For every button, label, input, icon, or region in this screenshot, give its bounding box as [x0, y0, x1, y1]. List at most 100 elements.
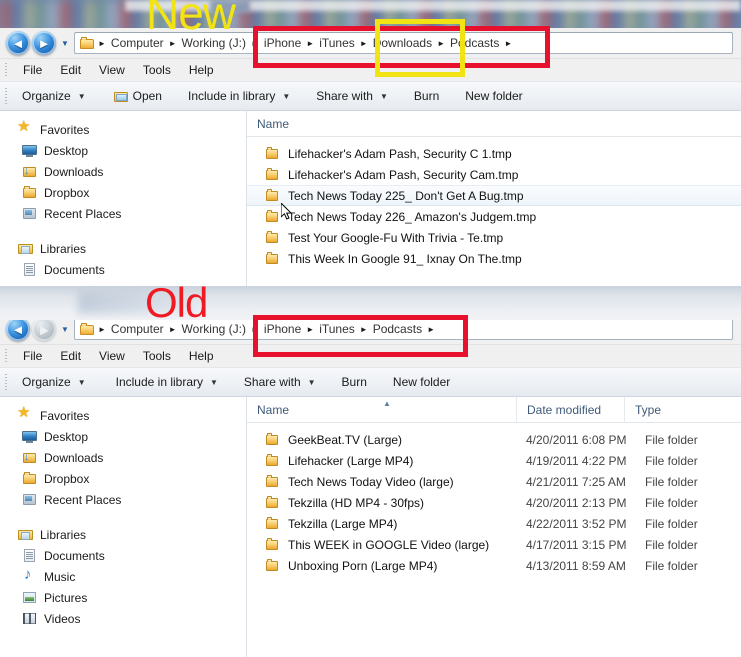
- breadcrumb-separator[interactable]: ►: [168, 39, 178, 48]
- menu-tools[interactable]: Tools: [134, 61, 180, 79]
- old-navigation-pane[interactable]: Favorites Desktop Downloads Dropbox Rece…: [0, 397, 247, 657]
- old-explorer-window[interactable]: ◄ ► ▼ ► Computer ► Working (J:) ► iPhone…: [0, 314, 741, 657]
- breadcrumb-separator[interactable]: ►: [359, 39, 369, 48]
- table-row[interactable]: Tech News Today 226_ Amazon's Judgem.tmp: [247, 206, 741, 227]
- menu-view[interactable]: View: [90, 61, 134, 79]
- sidebar-item-favorites[interactable]: Favorites: [0, 119, 246, 140]
- table-row[interactable]: GeekBeat.TV (Large) 4/20/2011 6:08 PM Fi…: [247, 429, 741, 450]
- include-in-library-button[interactable]: Include in library ▼: [180, 86, 298, 106]
- breadcrumb-separator[interactable]: ►: [426, 325, 436, 334]
- new-folder-button[interactable]: New folder: [385, 372, 458, 392]
- breadcrumb-separator[interactable]: ►: [97, 39, 107, 48]
- new-address-bar[interactable]: ◄ ► ▼ ► Computer ► Working (J:) ► iPhone…: [0, 28, 741, 58]
- column-date-modified[interactable]: Date modified: [516, 397, 624, 422]
- old-command-toolbar[interactable]: Organize ▼ Include in library ▼ Share wi…: [0, 367, 741, 397]
- table-row[interactable]: Lifehacker (Large MP4) 4/19/2011 4:22 PM…: [247, 450, 741, 471]
- table-row-selected[interactable]: Tech News Today 225_ Don't Get A Bug.tmp: [247, 185, 741, 206]
- sidebar-item-pictures[interactable]: Pictures: [0, 587, 246, 608]
- breadcrumb-separator[interactable]: ►: [97, 325, 107, 334]
- breadcrumb-separator[interactable]: ►: [250, 325, 260, 334]
- new-file-list-pane[interactable]: Name Lifehacker's Adam Pash, Security C …: [247, 111, 741, 286]
- table-row[interactable]: This WEEK in GOOGLE Video (large) 4/17/2…: [247, 534, 741, 555]
- include-in-library-button[interactable]: Include in library ▼: [108, 372, 226, 392]
- breadcrumb-podcasts[interactable]: Podcasts: [369, 321, 426, 337]
- breadcrumb-separator[interactable]: ►: [436, 39, 446, 48]
- table-row[interactable]: Tech News Today Video (large) 4/21/2011 …: [247, 471, 741, 492]
- menu-edit[interactable]: Edit: [51, 61, 90, 79]
- sidebar-item-videos[interactable]: Videos: [0, 608, 246, 629]
- share-with-button[interactable]: Share with ▼: [236, 372, 324, 392]
- breadcrumb-separator[interactable]: ►: [359, 325, 369, 334]
- sidebar-item-documents[interactable]: Documents: [0, 545, 246, 566]
- table-row[interactable]: Lifehacker's Adam Pash, Security Cam.tmp: [247, 164, 741, 185]
- table-row[interactable]: Lifehacker's Adam Pash, Security C 1.tmp: [247, 143, 741, 164]
- column-name[interactable]: Name ▲: [247, 397, 516, 422]
- open-button[interactable]: Open: [106, 86, 170, 106]
- sidebar-item-documents[interactable]: Documents: [0, 259, 246, 280]
- breadcrumb-itunes[interactable]: iTunes: [315, 321, 359, 337]
- sidebar-item-downloads[interactable]: Downloads: [0, 447, 246, 468]
- sidebar-item-libraries[interactable]: Libraries: [0, 238, 246, 259]
- sidebar-item-recent-places[interactable]: Recent Places: [0, 203, 246, 224]
- share-with-button[interactable]: Share with ▼: [308, 86, 396, 106]
- menu-edit[interactable]: Edit: [51, 347, 90, 365]
- breadcrumb-separator[interactable]: ►: [503, 39, 513, 48]
- menu-help[interactable]: Help: [180, 347, 223, 365]
- breadcrumb-working-j[interactable]: Working (J:): [178, 321, 250, 337]
- sidebar-item-desktop[interactable]: Desktop: [0, 140, 246, 161]
- breadcrumb-computer[interactable]: Computer: [107, 321, 168, 337]
- menu-file[interactable]: File: [14, 347, 51, 365]
- old-breadcrumb-path[interactable]: ► Computer ► Working (J:) ► iPhone ► iTu…: [74, 318, 733, 340]
- history-dropdown-icon[interactable]: ▼: [58, 325, 72, 334]
- breadcrumb-separator[interactable]: ►: [168, 325, 178, 334]
- old-menu-bar[interactable]: File Edit View Tools Help: [0, 344, 741, 367]
- new-menu-bar[interactable]: File Edit View Tools Help: [0, 58, 741, 81]
- table-row[interactable]: Unboxing Porn (Large MP4) 4/13/2011 8:59…: [247, 555, 741, 576]
- new-breadcrumb-path[interactable]: ► Computer ► Working (J:) ► iPhone ► iTu…: [74, 32, 733, 54]
- sidebar-item-favorites[interactable]: Favorites: [0, 405, 246, 426]
- forward-button[interactable]: ►: [32, 31, 56, 55]
- new-column-header[interactable]: Name: [247, 111, 741, 137]
- old-column-header[interactable]: Name ▲ Date modified Type: [247, 397, 741, 423]
- breadcrumb-iphone[interactable]: iPhone: [260, 35, 305, 51]
- old-file-rows[interactable]: GeekBeat.TV (Large) 4/20/2011 6:08 PM Fi…: [247, 423, 741, 576]
- menu-tools[interactable]: Tools: [134, 347, 180, 365]
- sidebar-item-dropbox[interactable]: Dropbox: [0, 182, 246, 203]
- organize-button[interactable]: Organize ▼: [14, 372, 94, 392]
- sidebar-item-recent-places[interactable]: Recent Places: [0, 489, 246, 510]
- table-row[interactable]: Tekzilla (Large MP4) 4/22/2011 3:52 PM F…: [247, 513, 741, 534]
- menu-file[interactable]: File: [14, 61, 51, 79]
- sidebar-item-music[interactable]: Music: [0, 566, 246, 587]
- breadcrumb-computer[interactable]: Computer: [107, 35, 168, 51]
- sidebar-item-desktop[interactable]: Desktop: [0, 426, 246, 447]
- back-button[interactable]: ◄: [6, 31, 30, 55]
- burn-button[interactable]: Burn: [406, 86, 447, 106]
- new-navigation-pane[interactable]: Favorites Desktop Downloads Dropbox Rece…: [0, 111, 247, 286]
- new-folder-button[interactable]: New folder: [457, 86, 530, 106]
- table-row[interactable]: Test Your Google-Fu With Trivia - Te.tmp: [247, 227, 741, 248]
- burn-button[interactable]: Burn: [334, 372, 375, 392]
- breadcrumb-downloads[interactable]: Downloads: [369, 35, 436, 51]
- table-row[interactable]: Tekzilla (HD MP4 - 30fps) 4/20/2011 2:13…: [247, 492, 741, 513]
- column-name[interactable]: Name: [247, 111, 741, 136]
- menu-help[interactable]: Help: [180, 61, 223, 79]
- table-row[interactable]: This Week In Google 91_ Ixnay On The.tmp: [247, 248, 741, 269]
- breadcrumb-iphone[interactable]: iPhone: [260, 321, 305, 337]
- breadcrumb-separator[interactable]: ►: [250, 39, 260, 48]
- new-file-rows[interactable]: Lifehacker's Adam Pash, Security C 1.tmp…: [247, 137, 741, 269]
- organize-button[interactable]: Organize ▼: [14, 86, 94, 106]
- new-command-toolbar[interactable]: Organize ▼ Open Include in library ▼ Sha…: [0, 81, 741, 111]
- breadcrumb-separator[interactable]: ►: [305, 325, 315, 334]
- breadcrumb-working-j[interactable]: Working (J:): [178, 35, 250, 51]
- sidebar-item-downloads[interactable]: Downloads: [0, 161, 246, 182]
- back-button[interactable]: ◄: [6, 317, 30, 341]
- history-dropdown-icon[interactable]: ▼: [58, 39, 72, 48]
- breadcrumb-separator[interactable]: ►: [305, 39, 315, 48]
- column-type[interactable]: Type: [624, 397, 734, 422]
- new-explorer-window[interactable]: ◄ ► ▼ ► Computer ► Working (J:) ► iPhone…: [0, 28, 741, 286]
- sidebar-item-dropbox[interactable]: Dropbox: [0, 468, 246, 489]
- old-file-list-pane[interactable]: Name ▲ Date modified Type GeekBeat.TV (L…: [247, 397, 741, 657]
- sidebar-item-libraries[interactable]: Libraries: [0, 524, 246, 545]
- breadcrumb-podcasts[interactable]: Podcasts: [446, 35, 503, 51]
- breadcrumb-itunes[interactable]: iTunes: [315, 35, 359, 51]
